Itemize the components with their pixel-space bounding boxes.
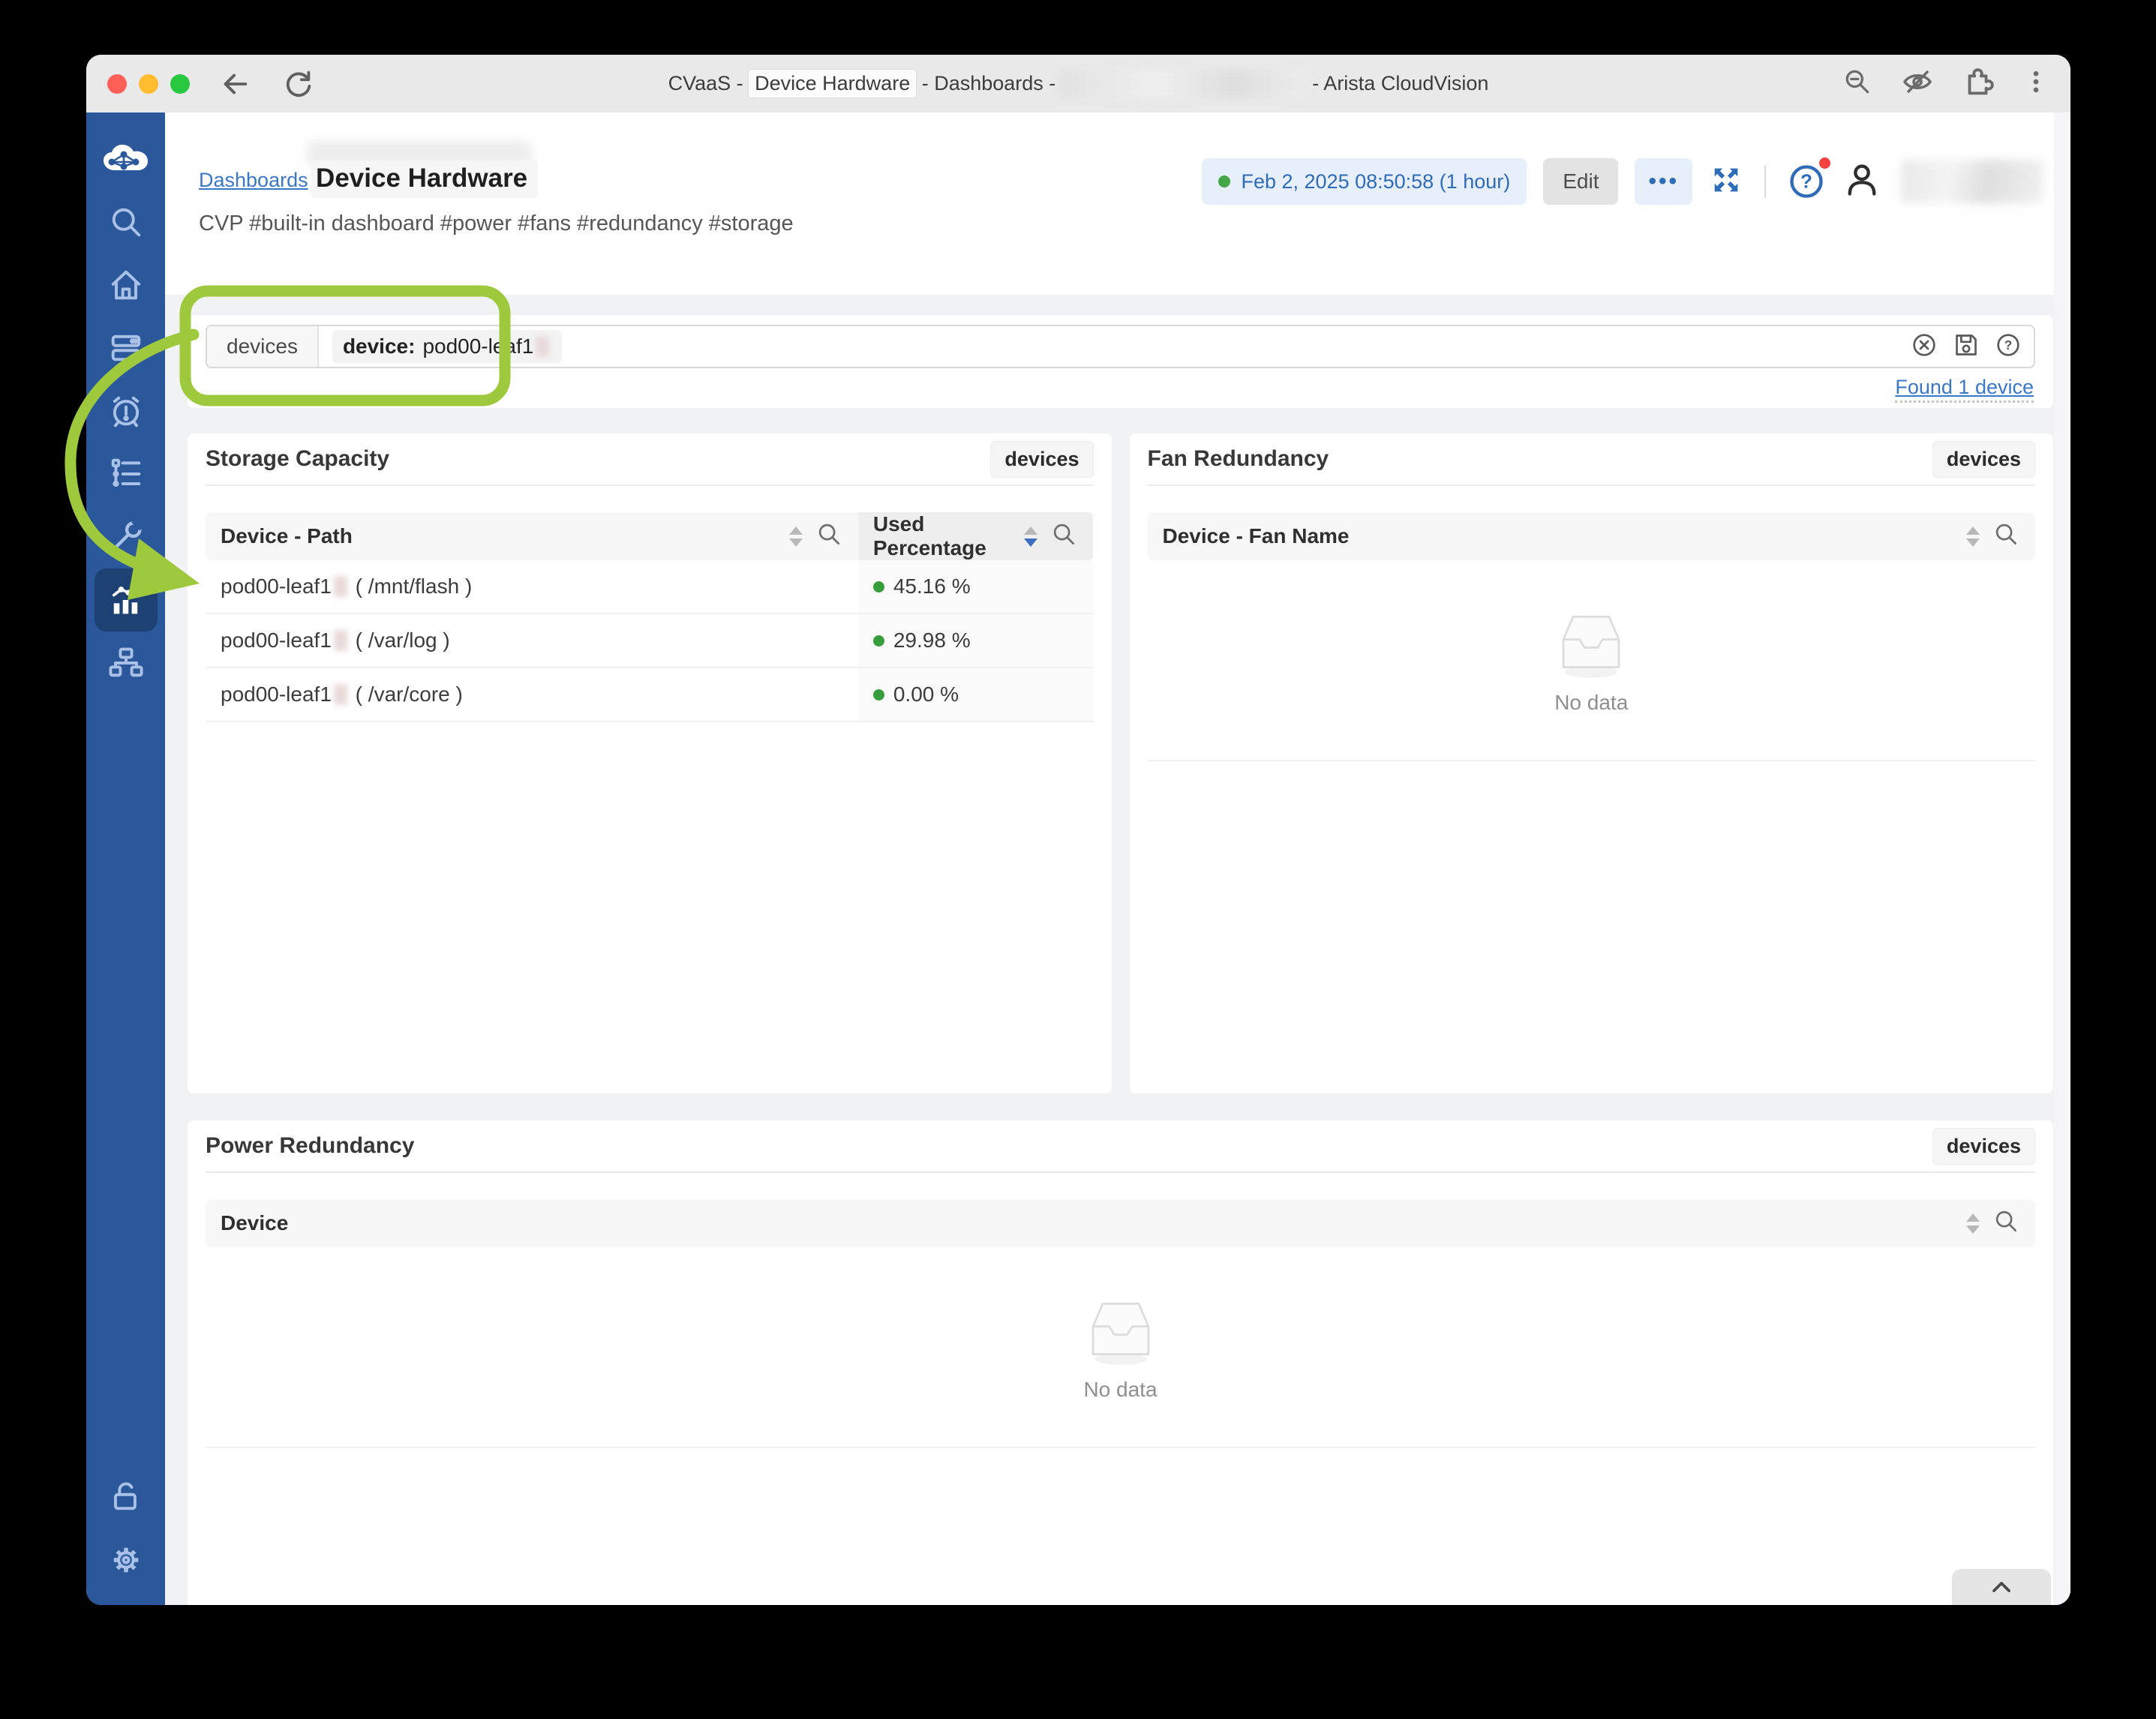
device-path-cell: pod00-leaf1 ( /mnt/flash ) xyxy=(221,574,473,598)
fan-redundancy-panel: Fan Redundancy devices Device - Fan Name xyxy=(1129,434,2053,1094)
sort-icon[interactable] xyxy=(788,526,803,547)
fullscreen-icon[interactable] xyxy=(1709,163,1743,201)
column-header-used-percentage[interactable]: Used Percentage xyxy=(857,512,1094,560)
sidebar-item-search[interactable] xyxy=(95,190,158,254)
device-path-cell: pod00-leaf1 ( /var/log ) xyxy=(221,628,450,652)
dashboard-body: devices device: pod00-leaf1 ? Found 1 de… xyxy=(165,295,2070,1605)
svg-text:?: ? xyxy=(1800,170,1812,193)
used-percentage-cell: 0.00 % xyxy=(857,668,1094,721)
zoom-out-page-icon[interactable] xyxy=(1841,65,1874,102)
panel-title: Storage Capacity xyxy=(206,446,390,471)
column-search-icon[interactable] xyxy=(1992,520,2020,554)
page-title: Device Hardware xyxy=(311,160,539,198)
storage-capacity-panel: Storage Capacity devices Device - Path U… xyxy=(188,434,1112,1094)
redacted-device-suffix xyxy=(536,336,550,357)
filter-help-icon[interactable]: ? xyxy=(1993,330,2023,364)
column-header-device-path[interactable]: Device - Path xyxy=(206,512,858,560)
empty-inbox-icon xyxy=(1562,615,1620,678)
empty-inbox-icon xyxy=(1092,1302,1149,1365)
devices-badge[interactable]: devices xyxy=(990,440,1094,478)
sidebar-item-settings[interactable] xyxy=(95,1528,158,1592)
status-dot xyxy=(872,688,884,700)
devices-badge[interactable]: devices xyxy=(1932,1127,2035,1165)
extensions-puzzle-icon[interactable] xyxy=(1961,64,1995,103)
dashboard-tags: CVP #built-in dashboard #power #fans #re… xyxy=(199,212,794,236)
eye-off-icon[interactable] xyxy=(1899,64,1935,104)
back-icon[interactable] xyxy=(218,67,253,101)
help-icon[interactable]: ? xyxy=(1787,158,1830,201)
scrollbar-track[interactable] xyxy=(2054,112,2070,1605)
empty-state: No data xyxy=(1147,560,2035,761)
empty-state: No data xyxy=(206,1247,2035,1448)
minimize-window-button[interactable] xyxy=(139,74,158,94)
column-search-icon[interactable] xyxy=(1049,520,1078,554)
column-search-icon[interactable] xyxy=(1992,1207,2020,1240)
filter-scope-label: devices xyxy=(207,326,319,367)
main-content: Dashboards Device Hardware CVP #built-in… xyxy=(165,112,2070,1605)
redacted-device-suffix xyxy=(333,684,347,705)
sidebar-item-unlock[interactable] xyxy=(95,1466,158,1528)
column-header-device[interactable]: Device xyxy=(206,1199,2035,1247)
storage-table-row[interactable]: pod00-leaf1 ( /var/core ) 0.00 % xyxy=(206,668,1094,722)
panel-title: Power Redundancy xyxy=(206,1133,415,1158)
column-search-icon[interactable] xyxy=(815,520,843,554)
devices-badge[interactable]: devices xyxy=(1932,440,2035,478)
sidebar-item-topology[interactable] xyxy=(95,632,158,694)
notification-dot xyxy=(1819,158,1830,169)
filter-input[interactable]: devices device: pod00-leaf1 ? xyxy=(206,325,2035,368)
sidebar-item-devices[interactable] xyxy=(95,316,158,380)
dashboard-header: Dashboards Device Hardware CVP #built-in… xyxy=(165,112,2070,295)
used-percentage-cell: 45.16 % xyxy=(857,560,1094,613)
app-sidebar xyxy=(86,112,165,1605)
close-window-button[interactable] xyxy=(107,74,127,94)
edit-button[interactable]: Edit xyxy=(1543,158,1619,205)
window-title: CVaaS - Device Hardware - Dashboards - -… xyxy=(668,69,1488,98)
storage-table-row[interactable]: pod00-leaf1 ( /mnt/flash ) 45.16 % xyxy=(206,560,1094,614)
sort-icon-active[interactable] xyxy=(1024,526,1038,547)
filter-query-chip[interactable]: device: pod00-leaf1 xyxy=(332,330,563,363)
used-percentage-cell: 29.98 % xyxy=(857,614,1094,667)
storage-table-row[interactable]: pod00-leaf1 ( /var/log ) 29.98 % xyxy=(206,614,1094,668)
breadcrumb[interactable]: Dashboards xyxy=(199,169,308,191)
zoom-window-button[interactable] xyxy=(170,74,190,94)
svg-text:?: ? xyxy=(2004,337,2013,352)
status-dot xyxy=(872,580,884,592)
power-redundancy-panel: Power Redundancy devices Device No data xyxy=(188,1120,2053,1605)
more-actions-button[interactable]: ••• xyxy=(1635,158,1692,205)
sidebar-item-provisioning[interactable] xyxy=(95,442,158,506)
browser-menu-icon[interactable] xyxy=(2021,67,2051,100)
user-account-icon[interactable] xyxy=(1842,160,1881,203)
divider xyxy=(1764,165,1766,198)
live-status-dot xyxy=(1218,176,1231,188)
save-filter-icon[interactable] xyxy=(1951,330,1981,364)
column-header-device-fan-name[interactable]: Device - Fan Name xyxy=(1147,512,2035,560)
sidebar-item-dashboards[interactable] xyxy=(94,568,158,632)
cloudvision-logo xyxy=(95,128,158,190)
sidebar-item-home[interactable] xyxy=(95,254,158,316)
filter-card: devices device: pod00-leaf1 ? Found 1 de… xyxy=(188,315,2053,408)
time-range-picker[interactable]: Feb 2, 2025 08:50:58 (1 hour) xyxy=(1202,158,1527,205)
browser-titlebar: CVaaS - Device Hardware - Dashboards - -… xyxy=(86,55,2070,112)
redacted-username xyxy=(1901,160,2043,203)
found-devices-link[interactable]: Found 1 device xyxy=(1895,376,2034,403)
refresh-icon[interactable] xyxy=(281,67,316,101)
sidebar-item-events[interactable] xyxy=(95,380,158,442)
browser-window: CVaaS - Device Hardware - Dashboards - -… xyxy=(86,55,2070,1605)
panel-title: Fan Redundancy xyxy=(1147,446,1329,471)
redacted-device-suffix xyxy=(333,576,347,597)
clear-filter-icon[interactable] xyxy=(1909,330,1939,364)
sidebar-item-actions[interactable] xyxy=(95,506,158,568)
scroll-to-top-button[interactable] xyxy=(1952,1569,2051,1605)
title-find-highlight: Device Hardware xyxy=(749,70,917,98)
device-path-cell: pod00-leaf1 ( /var/core ) xyxy=(221,682,463,706)
traffic-lights xyxy=(107,74,190,94)
sort-icon[interactable] xyxy=(1966,1213,1980,1234)
sort-icon[interactable] xyxy=(1966,526,1980,547)
status-dot xyxy=(872,634,884,646)
storage-table-body: pod00-leaf1 ( /mnt/flash ) 45.16 % pod00-l… xyxy=(206,560,1094,722)
redacted-title-text xyxy=(1060,69,1308,98)
redacted-device-suffix xyxy=(333,630,347,651)
